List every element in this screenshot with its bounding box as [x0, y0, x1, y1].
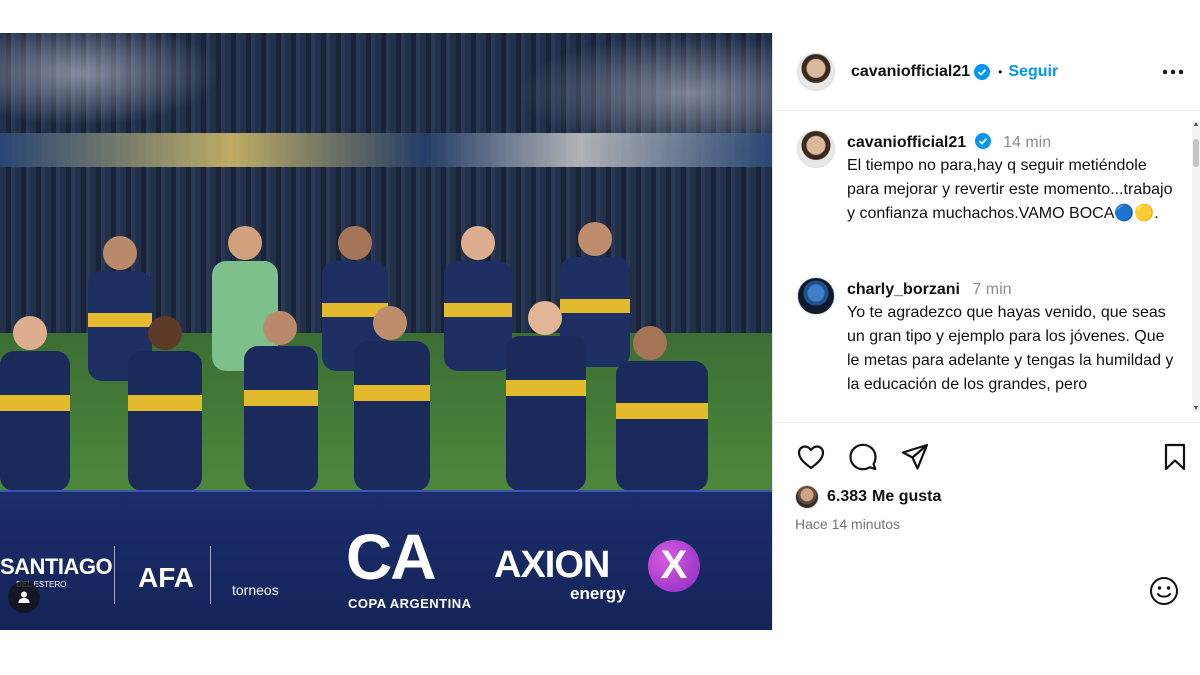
emoji-button[interactable] [1148, 575, 1180, 607]
comments-list[interactable]: cavaniofficial21 14 min El tiempo no par… [773, 112, 1200, 422]
comment-text: Yo te agradezco que hayas venido, que se… [847, 304, 1174, 393]
santiago-logo: SANTIAGO [0, 554, 113, 579]
axion-x-logo: X [648, 540, 700, 592]
author-username[interactable]: cavaniofficial21 [851, 63, 970, 81]
likes-label[interactable]: 6.383 Me gusta [827, 488, 941, 506]
comment-text: El tiempo no para,hay q seguir metiéndol… [847, 157, 1173, 222]
axion-energy-label: energy [570, 584, 626, 603]
sponsor-board: SANTIAGO DEL ESTERO AFA torneos CA COPA … [0, 490, 772, 630]
post-photo[interactable]: SANTIAGO DEL ESTERO AFA torneos CA COPA … [0, 33, 772, 630]
comments-scrollbar[interactable]: ▲ ▼ [1192, 121, 1200, 413]
comment-button[interactable] [847, 441, 879, 473]
verified-badge-icon [974, 133, 991, 149]
post-header: cavaniofficial21 • Seguir [773, 33, 1200, 111]
liker-avatar [795, 485, 819, 509]
comment-time: 14 min [1003, 134, 1052, 151]
board-divider [210, 546, 211, 604]
post-side-panel: cavaniofficial21 • Seguir cavaniofficial… [772, 33, 1200, 630]
emoji-icon [1150, 577, 1178, 605]
like-button[interactable] [795, 441, 827, 473]
stadium-banner [0, 133, 772, 167]
afa-logo: AFA [138, 562, 194, 593]
tagged-users-button[interactable] [8, 581, 40, 613]
user-icon [18, 591, 30, 603]
scroll-up-arrow-icon[interactable]: ▲ [1192, 121, 1200, 129]
torneos-logo: torneos [232, 582, 279, 598]
follow-button[interactable]: Seguir [1008, 63, 1058, 81]
board-divider [114, 546, 115, 604]
more-options-button[interactable] [1160, 59, 1186, 85]
bookmark-icon [1164, 443, 1186, 471]
axion-logo: AXION [494, 544, 610, 586]
team-players [0, 222, 708, 491]
share-button[interactable] [899, 441, 931, 473]
scrollbar-thumb[interactable] [1193, 139, 1199, 167]
send-icon [901, 443, 929, 470]
save-button[interactable] [1159, 441, 1191, 473]
author-avatar[interactable] [797, 52, 835, 91]
header-separator: • [998, 64, 1003, 79]
verified-badge-icon [974, 63, 991, 80]
commenter-avatar[interactable] [797, 130, 835, 168]
commenter-username[interactable]: charly_borzani [847, 281, 960, 298]
comment-time: 7 min [972, 281, 1012, 298]
more-horizontal-icon [1162, 69, 1184, 75]
commenter-username[interactable]: cavaniofficial21 [847, 134, 966, 151]
copa-argentina-logo: CA [346, 521, 436, 593]
copa-argentina-label: COPA ARGENTINA [348, 596, 472, 611]
scroll-down-arrow-icon[interactable]: ▼ [1192, 405, 1200, 413]
likes-word: Me gusta [872, 488, 942, 505]
comment-icon [849, 443, 877, 471]
post-actions: 6.383 Me gusta Hace 14 minutos [773, 422, 1200, 630]
likes-summary[interactable]: 6.383 Me gusta [795, 485, 941, 509]
likes-count: 6.383 [827, 488, 868, 505]
post-time: Hace 14 minutos [795, 516, 901, 532]
heart-icon [797, 445, 825, 470]
commenter-avatar[interactable] [797, 277, 835, 315]
